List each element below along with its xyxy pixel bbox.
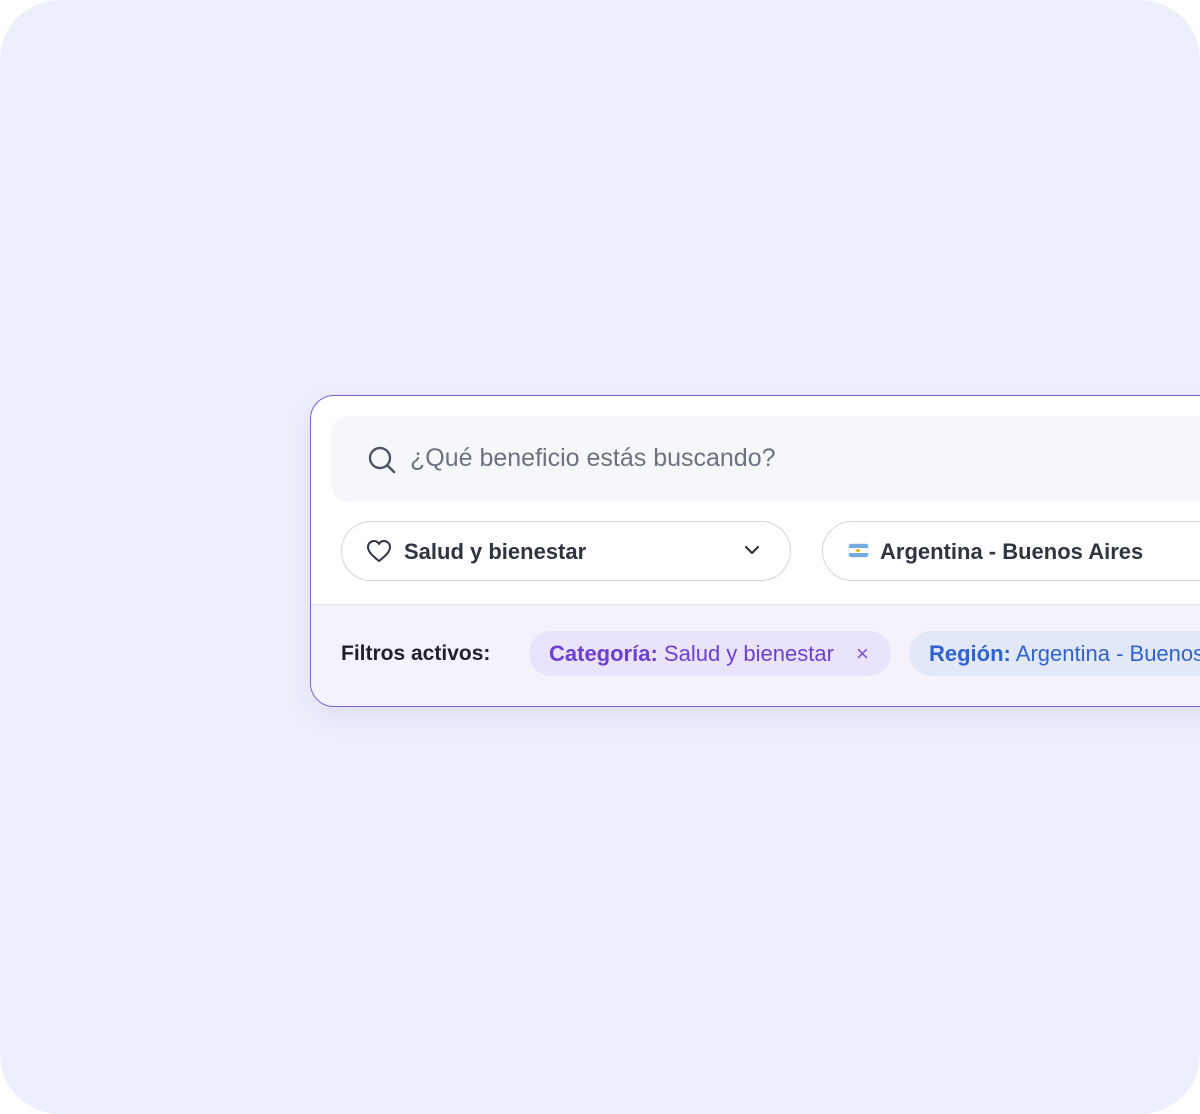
- chip-value: Argentina - Buenos Aires: [1015, 641, 1200, 666]
- chip-key: Región:: [929, 641, 1011, 666]
- category-select[interactable]: Salud y bienestar: [341, 521, 791, 581]
- region-filter-chip[interactable]: Región: Argentina - Buenos Aires: [909, 631, 1200, 676]
- search-placeholder: ¿Qué beneficio estás buscando?: [410, 444, 776, 472]
- chip-value: Salud y bienestar: [663, 641, 834, 666]
- chip-key: Categoría:: [549, 641, 658, 666]
- benefit-search-panel: ¿Qué beneficio estás buscando? Salud y b…: [310, 395, 1200, 707]
- heart-icon: [367, 540, 391, 562]
- active-filters-bar: Filtros activos: Categoría: Salud y bien…: [311, 604, 1200, 706]
- region-select-label: Argentina - Buenos Aires: [880, 539, 1144, 564]
- search-icon: [368, 446, 396, 474]
- argentina-flag-icon: [849, 544, 868, 557]
- page-background: ¿Qué beneficio estás buscando? Salud y b…: [0, 0, 1200, 1114]
- chevron-down-icon: [744, 545, 760, 555]
- region-select[interactable]: Argentina - Buenos Aires: [822, 521, 1200, 581]
- close-icon[interactable]: ×: [856, 631, 869, 676]
- category-filter-chip[interactable]: Categoría: Salud y bienestar ×: [529, 631, 891, 676]
- category-select-label: Salud y bienestar: [404, 539, 587, 564]
- active-filters-label: Filtros activos:: [341, 642, 491, 665]
- search-input[interactable]: ¿Qué beneficio estás buscando?: [331, 416, 1200, 502]
